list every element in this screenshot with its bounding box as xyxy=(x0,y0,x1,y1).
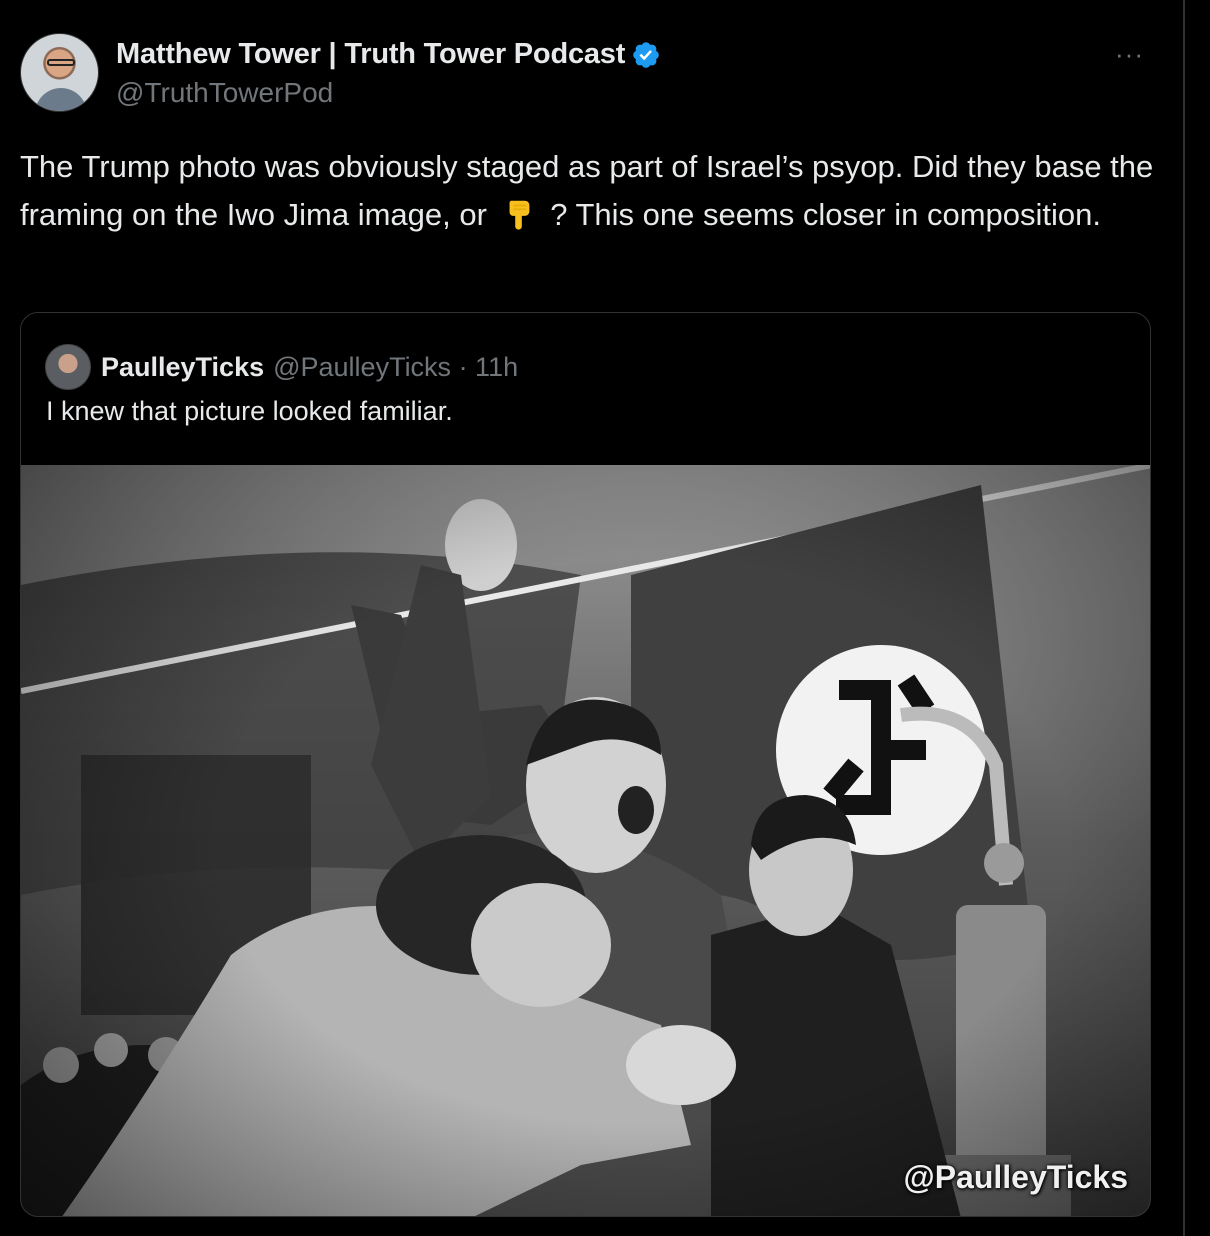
image-watermark: @PaulleyTicks xyxy=(903,1159,1128,1195)
more-options-icon[interactable]: ··· xyxy=(1115,41,1144,67)
avatar-shirt xyxy=(35,88,87,111)
name-row: Matthew Tower | Truth Tower Podcast xyxy=(116,38,661,71)
author-names: Matthew Tower | Truth Tower Podcast @Tru… xyxy=(116,38,661,109)
quote-text: I knew that picture looked familiar. xyxy=(46,396,453,426)
author-avatar[interactable] xyxy=(20,33,99,112)
tweet-page: Matthew Tower | Truth Tower Podcast @Tru… xyxy=(0,0,1210,1236)
author-handle[interactable]: @TruthTowerPod xyxy=(116,77,661,109)
verified-badge-icon xyxy=(633,41,660,68)
quote-avatar[interactable] xyxy=(45,344,91,390)
quote-display-name[interactable]: PaulleyTicks xyxy=(101,352,264,383)
quote-media-image[interactable]: @PaulleyTicks xyxy=(21,465,1150,1216)
backhand-index-pointing-down-icon xyxy=(509,200,529,230)
quote-handle-time: @PaulleyTicks · 11h xyxy=(273,351,519,382)
author-display-name[interactable]: Matthew Tower | Truth Tower Podcast xyxy=(116,38,625,71)
tweet-text-part2: ? This one seems closer in composition. xyxy=(550,197,1101,232)
quoted-tweet[interactable]: PaulleyTicks @PaulleyTicks · 11h I knew … xyxy=(20,312,1151,1217)
tweet-text: The Trump photo was obviously staged as … xyxy=(20,143,1170,239)
tweet-header: Matthew Tower | Truth Tower Podcast @Tru… xyxy=(20,33,661,112)
column-divider xyxy=(1183,0,1185,1236)
composite-photo xyxy=(21,465,1150,1216)
avatar-glasses xyxy=(47,59,75,66)
quote-header: PaulleyTicks @PaulleyTicks · 11h xyxy=(45,344,518,390)
